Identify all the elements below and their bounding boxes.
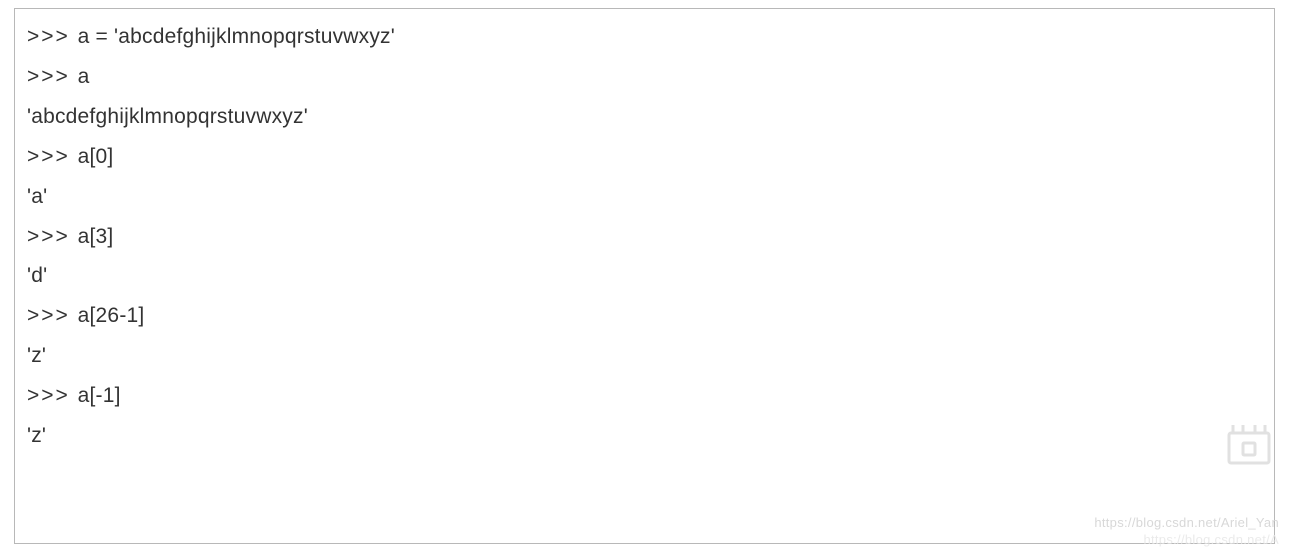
watermark-url-2: https://blog.csdn.net/A: [1094, 532, 1279, 549]
code-text: a[-1]: [78, 384, 121, 407]
watermark-text: https://blog.csdn.net/Ariel_Yan https://…: [1094, 515, 1279, 549]
code-text: 'a': [27, 185, 47, 208]
code-text: a: [78, 65, 90, 88]
watermark-castle-icon: [1223, 415, 1275, 467]
code-line: >>> a[0]: [27, 137, 1262, 177]
code-block: >>> a = 'abcdefghijklmnopqrstuvwxyz' >>>…: [14, 8, 1275, 544]
code-text: a[26-1]: [78, 304, 145, 327]
code-text: 'z': [27, 344, 46, 367]
code-text: 'd': [27, 264, 47, 287]
repl-prompt: >>>: [27, 25, 78, 48]
repl-prompt: >>>: [27, 225, 78, 248]
code-text: a[0]: [78, 145, 114, 168]
code-line: >>> a[3]: [27, 217, 1262, 257]
repl-prompt: >>>: [27, 65, 78, 88]
code-line: 'a': [27, 177, 1262, 217]
watermark-url-1: https://blog.csdn.net/Ariel_Yan: [1094, 515, 1279, 532]
code-line: >>> a: [27, 57, 1262, 97]
repl-prompt: >>>: [27, 145, 78, 168]
code-text: 'abcdefghijklmnopqrstuvwxyz': [27, 105, 308, 128]
code-line: 'z': [27, 416, 1262, 456]
repl-prompt: >>>: [27, 384, 78, 407]
code-text: 'z': [27, 424, 46, 447]
code-line: >>> a = 'abcdefghijklmnopqrstuvwxyz': [27, 17, 1262, 57]
repl-prompt: >>>: [27, 304, 78, 327]
code-text: a[3]: [78, 225, 114, 248]
code-line: >>> a[26-1]: [27, 296, 1262, 336]
code-line: 'd': [27, 256, 1262, 296]
code-line: 'abcdefghijklmnopqrstuvwxyz': [27, 97, 1262, 137]
code-line: >>> a[-1]: [27, 376, 1262, 416]
code-line: 'z': [27, 336, 1262, 376]
code-text: a = 'abcdefghijklmnopqrstuvwxyz': [78, 25, 395, 48]
